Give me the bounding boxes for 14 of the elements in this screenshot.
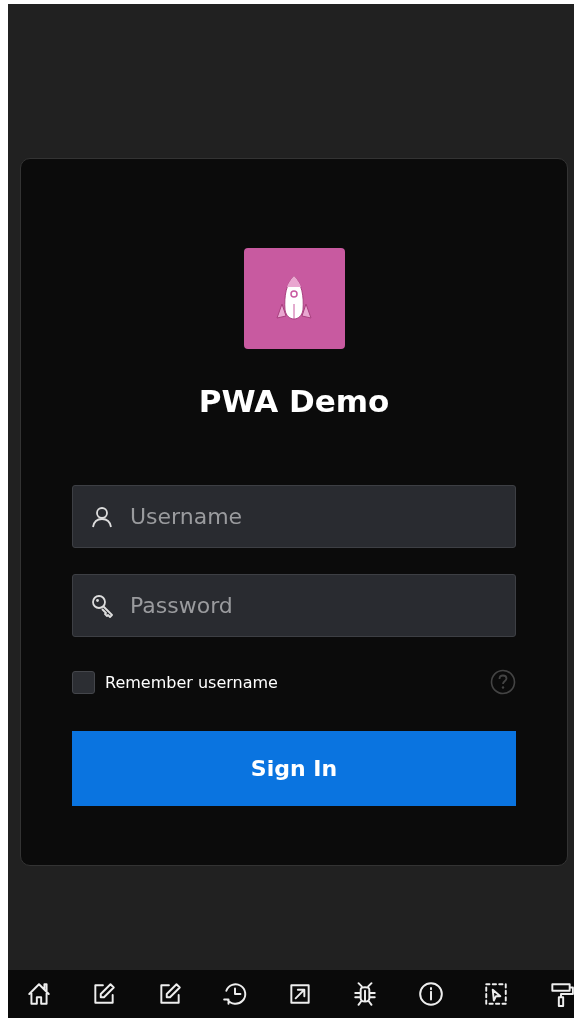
home-icon[interactable] — [26, 981, 52, 1007]
edit-icon[interactable] — [91, 981, 118, 1007]
sign-in-button[interactable]: Sign In — [72, 731, 516, 806]
open-external-icon[interactable] — [287, 981, 313, 1007]
info-icon[interactable] — [417, 981, 444, 1007]
username-field[interactable]: Username — [72, 485, 516, 548]
bug-icon[interactable] — [352, 981, 379, 1007]
remember-label: Remember username — [105, 672, 279, 692]
select-icon[interactable] — [482, 981, 509, 1007]
app-title: PWA Demo — [198, 383, 390, 419]
paint-roller-icon[interactable] — [548, 981, 574, 1007]
remember-checkbox[interactable] — [72, 670, 95, 694]
history-icon[interactable] — [221, 981, 248, 1007]
password-field[interactable]: Password — [72, 574, 516, 637]
